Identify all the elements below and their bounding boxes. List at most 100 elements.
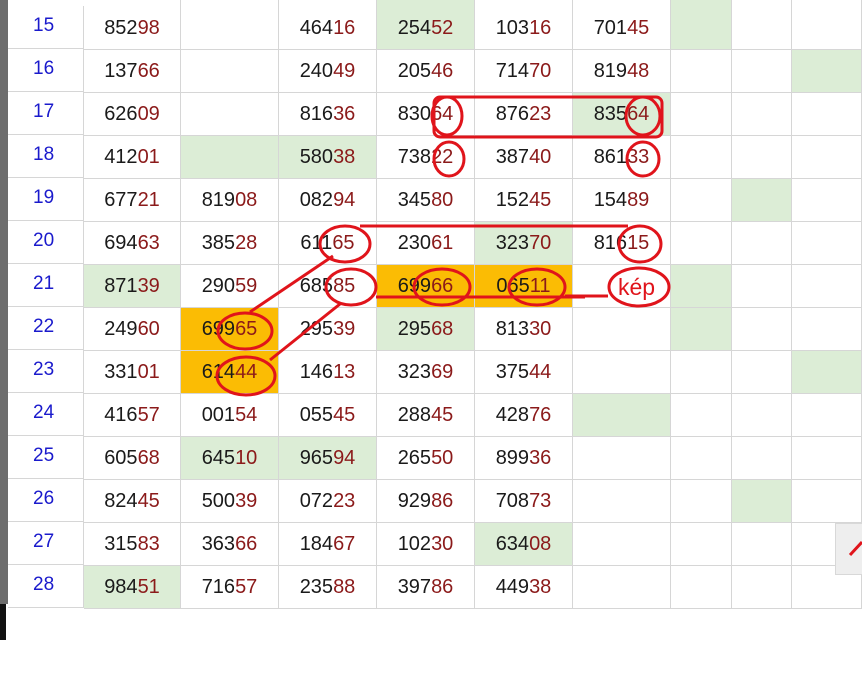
table-cell[interactable] (792, 394, 862, 437)
table-cell[interactable] (573, 394, 671, 437)
table-cell[interactable]: 10230 (377, 523, 475, 566)
row-header[interactable]: 21 (8, 264, 84, 307)
table-cell[interactable]: 46416 (279, 0, 377, 50)
table-cell[interactable]: 06511 (475, 265, 573, 308)
table-cell[interactable]: 28845 (377, 394, 475, 437)
table-cell[interactable] (732, 480, 792, 523)
row-header[interactable]: 23 (8, 350, 84, 393)
table-cell[interactable]: 36366 (181, 523, 279, 566)
table-cell[interactable] (792, 0, 862, 50)
table-cell[interactable]: 85298 (84, 0, 181, 50)
table-cell[interactable] (732, 566, 792, 609)
table-cell[interactable]: 68585 (279, 265, 377, 308)
table-cell[interactable]: 44938 (475, 566, 573, 609)
table-cell[interactable]: 39786 (377, 566, 475, 609)
table-cell[interactable]: 18467 (279, 523, 377, 566)
table-cell[interactable] (573, 437, 671, 480)
table-cell[interactable]: 25452 (377, 0, 475, 50)
table-cell[interactable]: 29568 (377, 308, 475, 351)
table-cell[interactable]: 24049 (279, 50, 377, 93)
table-cell[interactable] (573, 523, 671, 566)
row-header[interactable]: 25 (8, 436, 84, 479)
table-cell[interactable]: 61165 (279, 222, 377, 265)
table-cell[interactable]: 62609 (84, 93, 181, 136)
table-cell[interactable]: 81908 (181, 179, 279, 222)
table-cell[interactable] (732, 437, 792, 480)
table-cell[interactable] (573, 265, 671, 308)
table-cell[interactable]: 69463 (84, 222, 181, 265)
table-cell[interactable]: 71657 (181, 566, 279, 609)
table-cell[interactable]: 81636 (279, 93, 377, 136)
table-cell[interactable] (792, 351, 862, 394)
table-cell[interactable]: 86133 (573, 136, 671, 179)
table-cell[interactable] (671, 351, 732, 394)
table-cell[interactable] (671, 265, 732, 308)
table-cell[interactable] (732, 50, 792, 93)
table-cell[interactable]: 92986 (377, 480, 475, 523)
row-header[interactable]: 18 (8, 135, 84, 178)
table-cell[interactable]: 82445 (84, 480, 181, 523)
row-header[interactable]: 15 (8, 6, 84, 49)
table-cell[interactable]: 23061 (377, 222, 475, 265)
table-cell[interactable]: 29539 (279, 308, 377, 351)
table-cell[interactable]: 70145 (573, 0, 671, 50)
table-cell[interactable]: 69965 (181, 308, 279, 351)
table-cell[interactable]: 60568 (84, 437, 181, 480)
table-cell[interactable]: 58038 (279, 136, 377, 179)
table-cell[interactable] (732, 136, 792, 179)
table-cell[interactable] (792, 136, 862, 179)
table-cell[interactable]: 07223 (279, 480, 377, 523)
table-cell[interactable] (181, 0, 279, 50)
table-cell[interactable] (792, 179, 862, 222)
table-cell[interactable]: 15245 (475, 179, 573, 222)
table-cell[interactable]: 24960 (84, 308, 181, 351)
table-cell[interactable] (792, 222, 862, 265)
table-cell[interactable] (792, 265, 862, 308)
table-cell[interactable] (732, 351, 792, 394)
table-cell[interactable]: 81615 (573, 222, 671, 265)
table-cell[interactable]: 29059 (181, 265, 279, 308)
table-cell[interactable] (732, 222, 792, 265)
table-cell[interactable] (573, 351, 671, 394)
table-cell[interactable]: 83064 (377, 93, 475, 136)
table-cell[interactable]: 26550 (377, 437, 475, 480)
table-cell[interactable]: 89936 (475, 437, 573, 480)
table-cell[interactable]: 83564 (573, 93, 671, 136)
table-cell[interactable]: 32369 (377, 351, 475, 394)
table-cell[interactable]: 37544 (475, 351, 573, 394)
table-cell[interactable] (181, 50, 279, 93)
table-cell[interactable]: 50039 (181, 480, 279, 523)
table-cell[interactable] (792, 480, 862, 523)
table-cell[interactable] (573, 308, 671, 351)
table-cell[interactable] (671, 566, 732, 609)
table-cell[interactable]: 08294 (279, 179, 377, 222)
row-header[interactable]: 16 (8, 49, 84, 92)
table-cell[interactable]: 96594 (279, 437, 377, 480)
table-cell[interactable]: 42876 (475, 394, 573, 437)
table-cell[interactable] (792, 308, 862, 351)
table-cell[interactable]: 38740 (475, 136, 573, 179)
row-header[interactable]: 24 (8, 393, 84, 436)
table-cell[interactable] (671, 222, 732, 265)
table-cell[interactable] (671, 523, 732, 566)
table-cell[interactable] (792, 50, 862, 93)
row-header[interactable]: 26 (8, 479, 84, 522)
side-widget[interactable] (835, 523, 862, 575)
table-cell[interactable] (732, 523, 792, 566)
row-header[interactable]: 17 (8, 92, 84, 135)
table-cell[interactable] (792, 437, 862, 480)
table-cell[interactable]: 71470 (475, 50, 573, 93)
table-cell[interactable] (732, 265, 792, 308)
table-cell[interactable]: 69966 (377, 265, 475, 308)
table-cell[interactable]: 87139 (84, 265, 181, 308)
row-header[interactable]: 19 (8, 178, 84, 221)
table-cell[interactable]: 34580 (377, 179, 475, 222)
table-cell[interactable]: 05545 (279, 394, 377, 437)
table-cell[interactable]: 41657 (84, 394, 181, 437)
row-header[interactable]: 28 (8, 565, 84, 608)
table-cell[interactable]: 32370 (475, 222, 573, 265)
table-cell[interactable] (671, 437, 732, 480)
table-cell[interactable]: 10316 (475, 0, 573, 50)
table-cell[interactable]: 98451 (84, 566, 181, 609)
table-cell[interactable] (573, 480, 671, 523)
